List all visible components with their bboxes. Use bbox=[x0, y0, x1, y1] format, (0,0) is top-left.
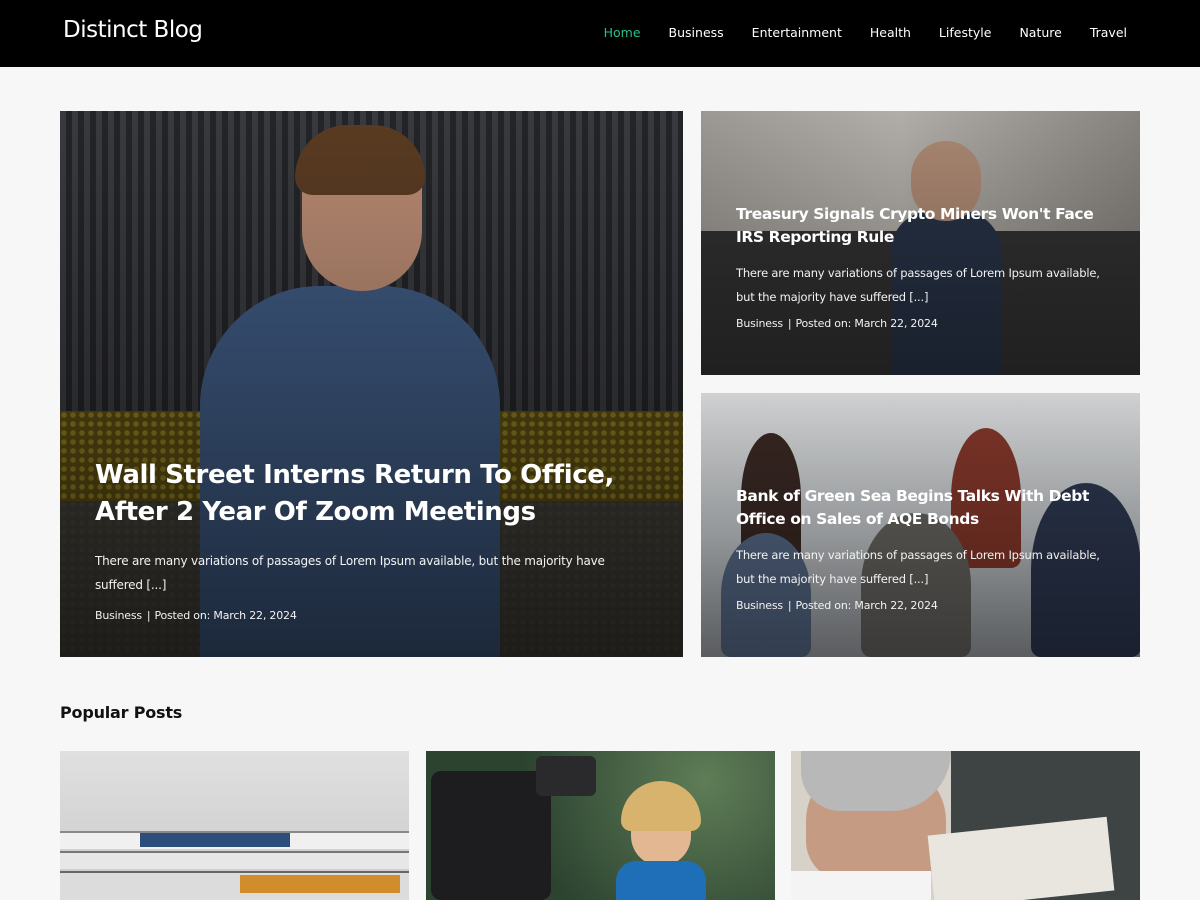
post-excerpt: There are many variations of passages of… bbox=[736, 548, 1100, 586]
post-meta: Business | Posted on: March 22, 2024 bbox=[95, 609, 615, 622]
post-category[interactable]: Business bbox=[95, 609, 142, 622]
post-category[interactable]: Business bbox=[736, 599, 783, 612]
post-title[interactable]: Wall Street Interns Return To Office, Af… bbox=[95, 457, 615, 531]
site-title[interactable]: Distinct Blog bbox=[63, 17, 203, 43]
main-nav: Home Business Entertainment Health Lifes… bbox=[576, 25, 1127, 40]
nav-nature[interactable]: Nature bbox=[1019, 25, 1061, 40]
post-category[interactable]: Business bbox=[736, 317, 783, 330]
meta-separator: | bbox=[146, 609, 151, 622]
nav-business[interactable]: Business bbox=[669, 25, 724, 40]
post-meta: Business | Posted on: March 22, 2024 bbox=[736, 599, 1106, 612]
post-date: Posted on: March 22, 2024 bbox=[795, 599, 938, 612]
nav-home[interactable]: Home bbox=[604, 25, 641, 40]
section-title-popular-posts: Popular Posts bbox=[60, 703, 183, 722]
popular-post-thumbnail[interactable] bbox=[426, 751, 775, 900]
nav-lifestyle[interactable]: Lifestyle bbox=[939, 25, 992, 40]
site-header: Distinct Blog Home Business Entertainmen… bbox=[0, 0, 1200, 67]
post-title[interactable]: Bank of Green Sea Begins Talks With Debt… bbox=[736, 485, 1106, 531]
popular-post-thumbnail[interactable] bbox=[60, 751, 409, 900]
post-title[interactable]: Treasury Signals Crypto Miners Won't Fac… bbox=[736, 203, 1106, 249]
featured-post-side-1[interactable]: Treasury Signals Crypto Miners Won't Fac… bbox=[701, 111, 1140, 375]
post-date: Posted on: March 22, 2024 bbox=[154, 609, 297, 622]
post-excerpt: There are many variations of passages of… bbox=[95, 554, 605, 592]
nav-health[interactable]: Health bbox=[870, 25, 911, 40]
post-date: Posted on: March 22, 2024 bbox=[795, 317, 938, 330]
featured-post-main[interactable]: Wall Street Interns Return To Office, Af… bbox=[60, 111, 683, 657]
post-meta: Business | Posted on: March 22, 2024 bbox=[736, 317, 1106, 330]
popular-post-thumbnail[interactable] bbox=[791, 751, 1140, 900]
post-excerpt: There are many variations of passages of… bbox=[736, 266, 1100, 304]
nav-entertainment[interactable]: Entertainment bbox=[752, 25, 842, 40]
featured-post-side-2[interactable]: Bank of Green Sea Begins Talks With Debt… bbox=[701, 393, 1140, 657]
meta-separator: | bbox=[787, 317, 792, 330]
meta-separator: | bbox=[787, 599, 792, 612]
nav-travel[interactable]: Travel bbox=[1090, 25, 1127, 40]
